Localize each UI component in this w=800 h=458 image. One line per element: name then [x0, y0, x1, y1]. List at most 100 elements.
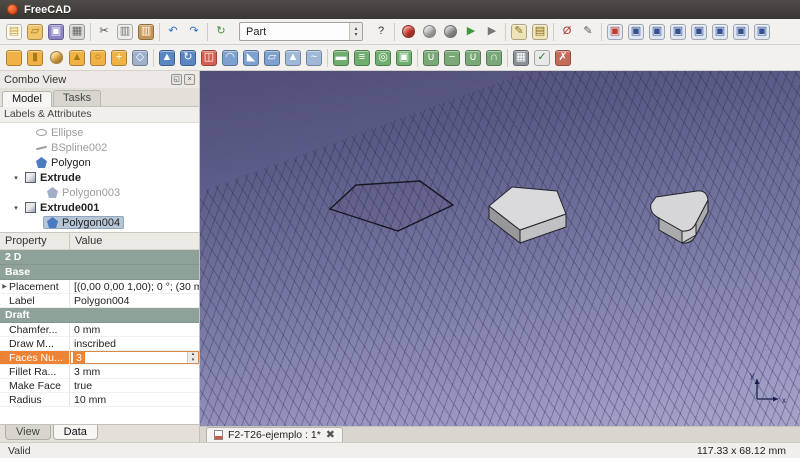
boolean-union-button[interactable]: ∪ — [463, 47, 483, 69]
macro-edit-button[interactable]: ✎ — [509, 21, 529, 43]
view-front-button[interactable]: ▣ — [647, 21, 667, 43]
close-panel-button[interactable]: × — [184, 74, 195, 85]
property-row-make-face[interactable]: Make Facetrue — [0, 379, 199, 393]
check-geometry-button[interactable]: ✓ — [532, 47, 552, 69]
part-torus-button[interactable]: ○ — [88, 47, 108, 69]
zoom-disabled-button[interactable]: Ø — [557, 21, 577, 43]
document-close-icon[interactable]: ✖ — [326, 430, 335, 441]
new-document-icon: ▤ — [6, 24, 22, 40]
expander-open-icon[interactable]: ▾ — [11, 174, 21, 182]
whats-this-button[interactable]: ? — [371, 21, 391, 43]
float-panel-button[interactable]: ◱ — [171, 74, 182, 85]
view-isometric-button[interactable]: ▣ — [626, 21, 646, 43]
part-sphere-button[interactable] — [46, 47, 66, 69]
macro-stop-button[interactable] — [419, 21, 439, 43]
tree-item-extrude[interactable]: ▾Extrude — [0, 170, 199, 185]
property-row-chamfer[interactable]: Chamfer...0 mm — [0, 323, 199, 337]
redo-button[interactable]: ↷ — [184, 21, 204, 43]
view-right-button[interactable]: ▣ — [689, 21, 709, 43]
compound-button[interactable]: ▦ — [511, 47, 531, 69]
polygon-muted-icon — [47, 187, 58, 198]
chamfer-button[interactable]: ◣ — [241, 47, 261, 69]
section-icon: ▬ — [333, 50, 349, 66]
view-rear-button[interactable]: ▣ — [710, 21, 730, 43]
property-row-radius[interactable]: Radius10 mm — [0, 393, 199, 407]
shape-builder-button[interactable]: ◇ — [130, 47, 150, 69]
view-fit-all-button[interactable]: ▣ — [605, 21, 625, 43]
draw-style-button[interactable]: ✎ — [578, 21, 598, 43]
property-row-fillet-ra[interactable]: Fillet Ra...3 mm — [0, 365, 199, 379]
view-top-button[interactable]: ▣ — [668, 21, 688, 43]
spinbox-value[interactable]: 3 — [73, 352, 85, 364]
section-button[interactable]: ▬ — [331, 47, 351, 69]
part-cone-button[interactable]: ▲ — [67, 47, 87, 69]
tree-item-ellipse[interactable]: Ellipse — [0, 125, 199, 140]
tab-model[interactable]: Model — [2, 91, 52, 107]
value-column-header[interactable]: Value — [70, 235, 199, 247]
tree-item-bspline002[interactable]: BSpline002 — [0, 140, 199, 155]
expander-closed-icon[interactable]: ▶ — [0, 283, 9, 290]
property-group-draft[interactable]: Draft — [0, 308, 199, 323]
expander-open-icon[interactable]: ▾ — [11, 204, 21, 212]
workbench-dropdown-arrows[interactable]: ▴ ▾ — [349, 23, 362, 40]
view-isometric-icon: ▣ — [628, 24, 644, 40]
paste-button[interactable]: ▥ — [136, 21, 156, 43]
sweep-button[interactable]: ~ — [304, 47, 324, 69]
save-button[interactable]: ▣ — [46, 21, 66, 43]
extruded-pentagon-solid[interactable] — [489, 187, 566, 243]
boolean-button[interactable]: ∪ — [421, 47, 441, 69]
loft-button[interactable]: ▲ — [283, 47, 303, 69]
view-left-button[interactable]: ▣ — [752, 21, 772, 43]
thickness-button[interactable]: ▣ — [394, 47, 414, 69]
property-row-faces-nu[interactable]: Faces Nu...3▴▾ — [0, 351, 199, 365]
defeaturing-button[interactable]: ✗ — [553, 47, 573, 69]
tab-view[interactable]: View — [5, 425, 51, 440]
refresh-button[interactable]: ↻ — [211, 21, 231, 43]
tab-tasks[interactable]: Tasks — [53, 90, 101, 106]
macro-record-button[interactable] — [398, 21, 418, 43]
tree-item-extrude001[interactable]: ▾Extrude001 — [0, 200, 199, 215]
ruled-surface-button[interactable]: ▱ — [262, 47, 282, 69]
3d-viewport[interactable]: x y — [200, 71, 800, 426]
document-tab[interactable]: F2-T26-ejemplo : 1* ✖ — [206, 427, 343, 442]
undo-button[interactable]: ↶ — [163, 21, 183, 43]
tree-item-polygon004[interactable]: Polygon004 — [0, 215, 199, 230]
pentagon-wireframe[interactable] — [330, 181, 453, 231]
macro-debug-button[interactable]: ▶ — [482, 21, 502, 43]
spinbox-arrows[interactable]: ▴▾ — [187, 352, 198, 363]
appearance-sphere-button[interactable] — [440, 21, 460, 43]
part-box-button[interactable] — [4, 47, 24, 69]
print-button[interactable]: ▦ — [67, 21, 87, 43]
tab-data[interactable]: Data — [53, 425, 98, 440]
view-bottom-button[interactable]: ▣ — [731, 21, 751, 43]
macro-run-button[interactable]: ▶ — [461, 21, 481, 43]
fillet-button[interactable]: ◠ — [220, 47, 240, 69]
property-group-2-d[interactable]: 2 D — [0, 250, 199, 265]
property-row-label[interactable]: LabelPolygon004 — [0, 294, 199, 308]
property-name-cell: Radius — [0, 393, 70, 406]
extrude-button[interactable]: ▲ — [157, 47, 177, 69]
spin-down-icon[interactable]: ▾ — [192, 358, 195, 364]
revolve-button[interactable]: ↻ — [178, 47, 198, 69]
open-folder-button[interactable]: ▱ — [25, 21, 45, 43]
tree-item-polygon[interactable]: Polygon — [0, 155, 199, 170]
tree-item-content: Extrude — [21, 171, 85, 184]
boolean-intersection-button[interactable]: ∩ — [484, 47, 504, 69]
macro-dialog-button[interactable]: ▤ — [530, 21, 550, 43]
offset-button[interactable]: ◎ — [373, 47, 393, 69]
property-row-placement[interactable]: ▶Placement[(0,00 0,00 1,00); 0 °; (30 m.… — [0, 280, 199, 294]
boolean-cut-button[interactable]: − — [442, 47, 462, 69]
extruded-rounded-solid[interactable] — [651, 191, 708, 243]
cross-sections-button[interactable]: ≡ — [352, 47, 372, 69]
cut-button[interactable]: ✂ — [94, 21, 114, 43]
tree-item-polygon003[interactable]: Polygon003 — [0, 185, 199, 200]
property-column-header[interactable]: Property — [0, 233, 70, 249]
property-group-base[interactable]: Base — [0, 265, 199, 280]
mirror-button[interactable]: ◫ — [199, 47, 219, 69]
workbench-selector[interactable]: Part ▴ ▾ — [239, 22, 363, 41]
part-primitives-button[interactable]: + — [109, 47, 129, 69]
property-row-draw-m[interactable]: Draw M...inscribed — [0, 337, 199, 351]
new-document-button[interactable]: ▤ — [4, 21, 24, 43]
copy-button[interactable]: ▥ — [115, 21, 135, 43]
part-cylinder-button[interactable]: ▮ — [25, 47, 45, 69]
